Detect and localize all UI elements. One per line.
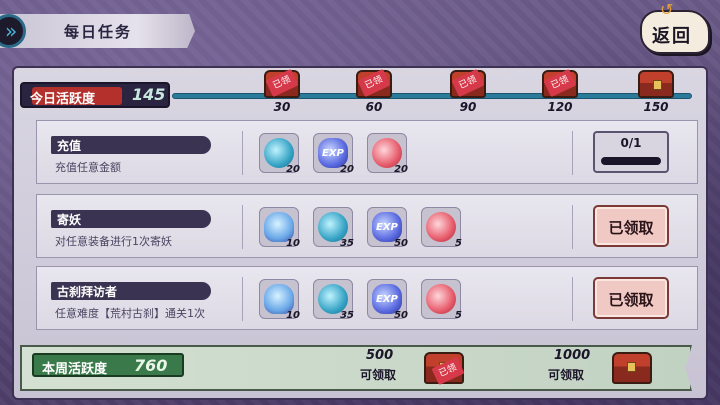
reward-item[interactable]: 35 <box>313 279 354 321</box>
milestone-value: 120 <box>547 100 573 114</box>
reward-item[interactable]: 20 <box>259 133 300 175</box>
task-name: 古刹拜访者 <box>51 282 211 300</box>
title-bar: 每日任务 <box>0 14 195 48</box>
progress-text: 0/1 <box>620 136 642 150</box>
weekly-milestone-value: 1000 <box>554 348 591 363</box>
weekly-milestone[interactable]: 1000 可领取 <box>548 348 668 392</box>
task-row: 寄妖 对任意装备进行1次寄妖 10 35 EXP 50 5 已领取 <box>36 194 698 258</box>
daily-progress-track <box>172 93 692 99</box>
reward-item[interactable]: 10 <box>259 279 300 321</box>
weekly-activity-label-box: 本周活跃度 760 <box>32 353 184 377</box>
reward-item[interactable]: EXP 50 <box>367 279 408 321</box>
daily-milestone-chest[interactable]: 已领 120 <box>540 66 580 114</box>
daily-milestone-chest[interactable]: 已领 30 <box>262 66 302 114</box>
return-button[interactable]: ↺ 返回 <box>640 0 710 54</box>
reward-qty: 35 <box>340 238 354 249</box>
reward-qty: 20 <box>286 164 300 175</box>
milestone-value: 60 <box>365 100 383 114</box>
reward-qty: 50 <box>394 238 408 249</box>
weekly-activity-label: 本周活跃度 <box>42 362 108 377</box>
nav-arrow-icon[interactable] <box>0 14 26 48</box>
daily-activity-label: 今日活跃度 <box>30 92 96 107</box>
milestone-value: 90 <box>459 100 477 114</box>
task-row: 充值 充值任意金额 20 EXP 20 20 0/1 <box>36 120 698 184</box>
treasure-chest-icon <box>638 70 674 98</box>
milestone-value: 30 <box>273 100 291 114</box>
reward-qty: 50 <box>394 310 408 321</box>
reward-qty: 35 <box>340 310 354 321</box>
return-arrow-icon: ↺ <box>660 0 674 19</box>
task-desc: 对任意装备进行1次寄妖 <box>55 235 172 248</box>
weekly-milestone-caption: 可领取 <box>360 368 397 382</box>
progress-bar <box>601 157 661 165</box>
weekly-milestone-value: 500 <box>366 348 394 363</box>
reward-item[interactable]: EXP 20 <box>313 133 354 175</box>
reward-qty: 5 <box>455 310 462 321</box>
task-desc: 任意难度【荒村古刹】通关1次 <box>55 307 205 320</box>
milestone-value: 150 <box>643 100 669 114</box>
reward-item[interactable]: 10 <box>259 207 300 249</box>
red-orb-icon <box>426 212 456 242</box>
task-desc: 充值任意金额 <box>55 161 121 174</box>
page-title: 每日任务 <box>64 23 133 41</box>
daily-activity-value: 145 <box>132 85 166 104</box>
reward-qty: 5 <box>455 238 462 249</box>
task-progress: 0/1 <box>593 131 669 173</box>
reward-qty: 20 <box>340 164 354 175</box>
weekly-milestone-caption: 可领取 <box>548 368 585 382</box>
daily-activity-bar: 今日活跃度 145 <box>20 82 170 108</box>
daily-milestone-chest[interactable]: 已领 90 <box>448 66 488 114</box>
reward-item[interactable]: 20 <box>367 133 408 175</box>
daily-milestone-chest[interactable]: 150 <box>636 66 676 114</box>
reward-qty: 10 <box>286 238 300 249</box>
task-row: 古刹拜访者 任意难度【荒村古刹】通关1次 10 35 EXP 50 5 已领取 <box>36 266 698 330</box>
task-name: 充值 <box>51 136 211 154</box>
reward-item[interactable]: EXP 50 <box>367 207 408 249</box>
return-label: 返回 <box>652 26 692 47</box>
claimed-button[interactable]: 已领取 <box>593 205 669 247</box>
reward-item[interactable]: 5 <box>421 207 462 249</box>
reward-qty: 20 <box>394 164 408 175</box>
reward-item[interactable]: 5 <box>421 279 462 321</box>
daily-milestone-chest[interactable]: 已领 60 <box>354 66 394 114</box>
claimed-label: 已领取 <box>608 219 654 237</box>
reward-qty: 10 <box>286 310 300 321</box>
claimed-button[interactable]: 已领取 <box>593 277 669 319</box>
treasure-chest-icon <box>612 352 652 384</box>
reward-item[interactable]: 35 <box>313 207 354 249</box>
task-name: 寄妖 <box>51 210 211 228</box>
weekly-activity-value: 760 <box>134 356 168 375</box>
weekly-milestone[interactable]: 500 可领取 已领 <box>360 348 480 392</box>
claimed-label: 已领取 <box>608 291 654 309</box>
red-orb-icon <box>426 284 456 314</box>
